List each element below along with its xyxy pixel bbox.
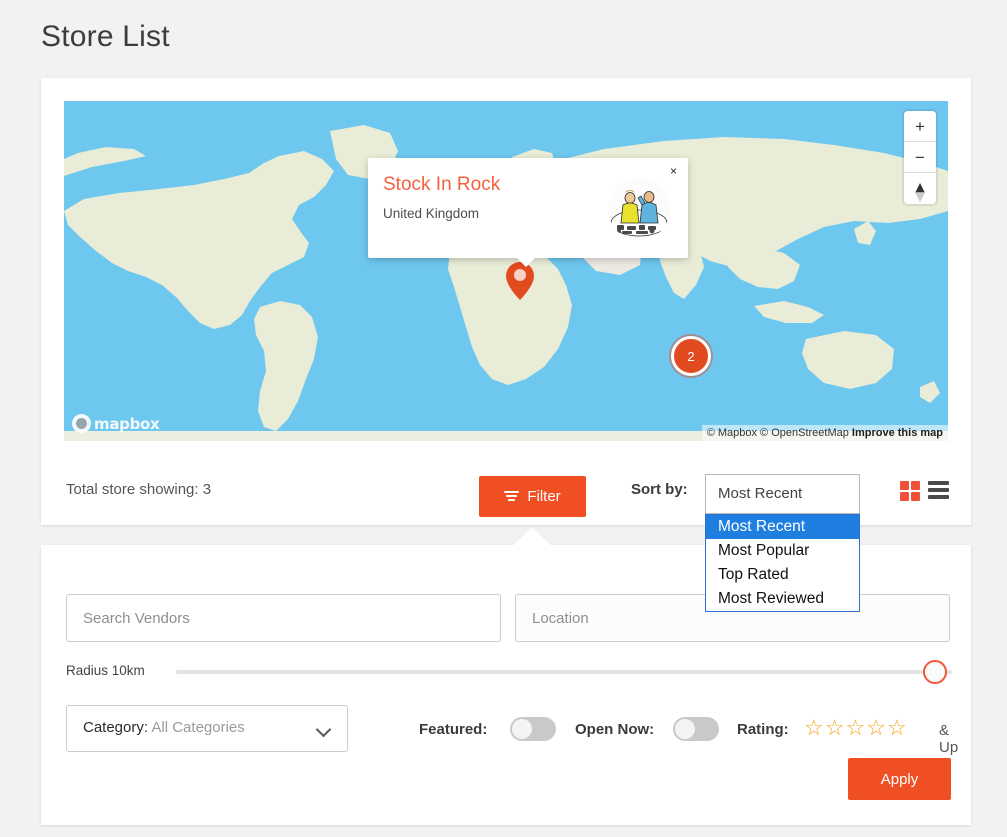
star-icon-4[interactable]: ☆ xyxy=(866,716,886,740)
map-pin-icon xyxy=(506,262,534,300)
chevron-down-icon xyxy=(315,721,332,738)
popup-store-location: United Kingdom xyxy=(383,206,480,221)
map-pin-marker[interactable] xyxy=(506,262,534,300)
category-select-text: Category: All Categories xyxy=(83,719,245,736)
popup-store-name[interactable]: Stock In Rock xyxy=(383,174,500,196)
map-copyright-text: © Mapbox © OpenStreetMap xyxy=(706,427,849,439)
sort-option-most-popular[interactable]: Most Popular xyxy=(706,539,859,563)
star-icon-2[interactable]: ☆ xyxy=(825,716,845,740)
filter-icon xyxy=(504,491,520,502)
category-value: All Categories xyxy=(151,719,245,736)
compass-icon[interactable]: ▲ ▼ xyxy=(904,173,936,204)
star-icon-3[interactable]: ☆ xyxy=(845,716,865,740)
sort-option-most-reviewed[interactable]: Most Reviewed xyxy=(706,587,859,611)
featured-label: Featured: xyxy=(419,721,488,738)
mapbox-logo-text: mapbox xyxy=(94,414,160,433)
featured-toggle[interactable] xyxy=(510,717,556,741)
map-zoom-controls[interactable]: + − ▲ ▼ xyxy=(904,111,936,204)
star-icon-5[interactable]: ☆ xyxy=(887,716,907,740)
map-attribution: © Mapbox © OpenStreetMap Improve this ma… xyxy=(701,425,948,441)
apply-button[interactable]: Apply xyxy=(848,758,951,800)
rating-stars[interactable]: ☆ ☆ ☆ ☆ ☆ xyxy=(804,716,907,740)
mapbox-mark-icon xyxy=(72,414,91,433)
star-icon-1[interactable]: ☆ xyxy=(804,716,824,740)
map-canvas[interactable]: 2 Stock In Rock United Kingdom × + − ▲ ▼… xyxy=(64,101,948,441)
filter-button-label: Filter xyxy=(527,488,561,505)
rating-label: Rating: xyxy=(737,721,789,738)
sort-option-top-rated[interactable]: Top Rated xyxy=(706,563,859,587)
sort-select[interactable]: Most Recent xyxy=(705,474,860,514)
radius-slider-track[interactable] xyxy=(176,670,952,674)
close-icon[interactable]: × xyxy=(668,162,679,180)
improve-map-link[interactable]: Improve this map xyxy=(852,427,943,439)
store-avatar-icon xyxy=(608,178,670,240)
results-toolbar: Total store showing: 3 Filter Sort by: M… xyxy=(41,460,971,612)
page-title: Store List xyxy=(41,20,170,53)
popup-tip xyxy=(516,257,536,267)
radius-slider-handle[interactable] xyxy=(923,660,947,684)
open-now-label: Open Now: xyxy=(575,721,655,738)
category-select[interactable]: Category: All Categories xyxy=(66,705,348,752)
map-cluster-count: 2 xyxy=(687,348,695,364)
filter-panel-caret xyxy=(510,528,554,548)
radius-label: Radius 10km xyxy=(66,663,145,678)
total-store-count: Total store showing: 3 xyxy=(66,481,212,498)
sort-by-label: Sort by: xyxy=(631,481,688,498)
category-label: Category: xyxy=(83,719,149,736)
grid-view-icon[interactable] xyxy=(900,481,920,501)
map-container[interactable]: 2 Stock In Rock United Kingdom × + − ▲ ▼… xyxy=(64,101,948,441)
zoom-in-icon[interactable]: + xyxy=(904,111,936,142)
sort-option-most-recent[interactable]: Most Recent xyxy=(706,515,859,539)
map-card: 2 Stock In Rock United Kingdom × + − ▲ ▼… xyxy=(41,78,971,612)
zoom-out-icon[interactable]: − xyxy=(904,142,936,173)
filter-button[interactable]: Filter xyxy=(479,476,586,517)
search-vendors-input[interactable] xyxy=(66,594,501,642)
and-up-label: & Up xyxy=(939,722,959,756)
open-now-toggle[interactable] xyxy=(673,717,719,741)
map-store-popup[interactable]: Stock In Rock United Kingdom × xyxy=(368,158,688,267)
compass-down-icon: ▼ xyxy=(911,186,929,205)
list-view-icon[interactable] xyxy=(928,481,949,500)
mapbox-logo-icon[interactable]: mapbox xyxy=(72,414,160,433)
sort-select-options[interactable]: Most Recent Most Popular Top Rated Most … xyxy=(705,514,860,612)
store-list-page: Store List 2 Stock In Rock United Kingdo… xyxy=(0,0,1007,837)
map-cluster-marker[interactable]: 2 xyxy=(671,336,711,376)
